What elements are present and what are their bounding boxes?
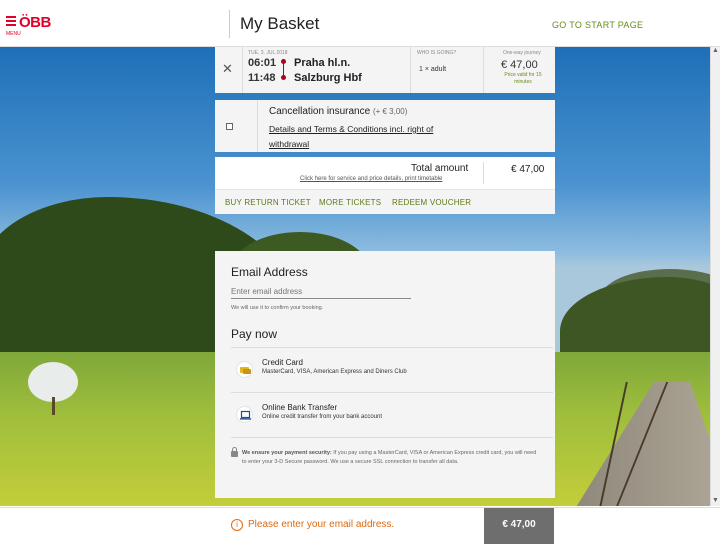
route-dot-start <box>281 59 286 64</box>
payment-option-title: Online Bank Transfer <box>262 403 338 412</box>
total-card: Total amount Click here for service and … <box>215 157 555 189</box>
journey-type-label: One-way journey <box>503 50 541 56</box>
divider <box>483 162 484 184</box>
insurance-title-text: Cancellation insurance <box>269 106 371 117</box>
divider <box>231 392 553 393</box>
checkout-form: Email Address We will use it to confirm … <box>215 251 555 498</box>
lock-icon <box>231 447 238 457</box>
security-notice: We ensure your payment security: If you … <box>242 449 538 466</box>
payment-option-bank-transfer[interactable]: Online Bank Transfer Online credit trans… <box>231 398 553 434</box>
insurance-checkbox[interactable] <box>226 123 233 130</box>
insurance-price: (+ € 3,00) <box>372 107 408 116</box>
checkout-price-button[interactable]: € 47,00 <box>484 508 554 544</box>
divider <box>242 47 243 93</box>
buy-return-ticket-link[interactable]: BUY RETURN TICKET <box>225 198 311 207</box>
remove-trip-icon[interactable]: ✕ <box>222 61 233 77</box>
header-divider <box>229 10 230 38</box>
insurance-terms-link[interactable]: Details and Terms & Conditions incl. rig… <box>269 122 459 152</box>
total-label: Total amount <box>411 163 469 174</box>
payment-option-credit-card[interactable]: Credit Card MasterCard, VISA, American E… <box>231 353 553 389</box>
payment-option-subtitle: MasterCard, VISA, American Express and D… <box>262 369 407 375</box>
price-valid-note: Price valid for 15 minutes <box>504 72 542 85</box>
footer-bar: i Please enter your email address. € 47,… <box>0 507 720 544</box>
insurance-title: Cancellation insurance (+ € 3,00) <box>269 106 407 117</box>
security-notice-bold: We ensure your payment security: <box>242 450 332 456</box>
credit-card-icon <box>236 361 253 378</box>
logo-text: ÖBB <box>19 14 51 31</box>
payment-option-title: Credit Card <box>262 358 303 367</box>
origin-station: Praha hl.n. <box>294 57 351 69</box>
header: ÖBB MENU My Basket GO TO START PAGE <box>0 0 720 47</box>
menu-label[interactable]: MENU <box>6 31 21 37</box>
divider <box>231 437 553 438</box>
divider <box>410 47 411 93</box>
laptop-icon <box>236 406 253 423</box>
obb-logo[interactable]: ÖBB <box>6 14 51 31</box>
page-title: My Basket <box>240 14 320 33</box>
divider <box>231 347 553 348</box>
pay-now-heading: Pay now <box>231 327 278 341</box>
arrival-time: 11:48 <box>248 72 276 84</box>
price-details-link[interactable]: Click here for service and price details… <box>300 176 442 182</box>
who-label: WHO IS GOING? <box>417 50 457 56</box>
divider <box>257 100 258 152</box>
email-input[interactable] <box>231 284 411 299</box>
email-hint: We will use it to confirm your booking. <box>231 305 324 311</box>
route-dot-end <box>281 75 286 80</box>
start-page-link[interactable]: GO TO START PAGE <box>552 20 643 30</box>
trip-price: € 47,00 <box>501 59 538 71</box>
trip-date: TUE, 3. JUL 2018 <box>248 50 288 56</box>
scrollbar[interactable]: ▲ ▼ <box>710 47 720 506</box>
info-warning-icon: i <box>231 519 243 531</box>
redeem-voucher-link[interactable]: REDEEM VOUCHER <box>392 198 471 207</box>
more-tickets-link[interactable]: MORE TICKETS <box>319 198 381 207</box>
divider <box>483 47 484 93</box>
scroll-up-icon[interactable]: ▲ <box>712 47 719 54</box>
email-warning-message: Please enter your email address. <box>248 519 395 530</box>
scroll-down-icon[interactable]: ▼ <box>712 497 719 504</box>
insurance-card: Cancellation insurance (+ € 3,00) Detail… <box>215 100 555 152</box>
payment-option-subtitle: Online credit transfer from your bank ac… <box>262 414 383 420</box>
passenger-count: 1 × adult <box>419 66 447 73</box>
basket-actions: BUY RETURN TICKET MORE TICKETS REDEEM VO… <box>215 189 555 214</box>
trip-card: ✕ TUE, 3. JUL 2018 06:01 11:48 Praha hl.… <box>215 47 555 93</box>
blossom-tree <box>28 362 78 402</box>
menu-icon[interactable] <box>6 16 16 28</box>
email-heading: Email Address <box>231 265 308 279</box>
destination-station: Salzburg Hbf <box>294 72 362 84</box>
tree-trunk <box>52 397 55 415</box>
total-amount: € 47,00 <box>511 164 545 175</box>
departure-time: 06:01 <box>248 57 277 69</box>
